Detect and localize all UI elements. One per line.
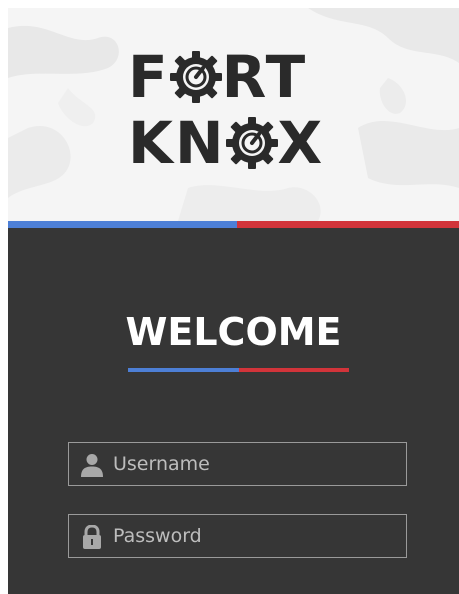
- password-field[interactable]: [68, 514, 407, 558]
- accent-stripe: [8, 221, 459, 228]
- accent-stripe-blue: [8, 221, 237, 228]
- logo-text-kn: KN: [128, 109, 226, 177]
- logo-text-f: F: [128, 43, 170, 111]
- username-input[interactable]: [113, 443, 398, 485]
- logo-line-fort: F RT: [128, 48, 307, 106]
- hero-banner: F RT KN X: [8, 8, 459, 221]
- heading-underline: [128, 368, 349, 372]
- logo-line-knox: KN X: [128, 114, 324, 172]
- logo-text-rt: RT: [221, 43, 308, 111]
- login-panel: WELCOME: [8, 228, 459, 594]
- password-input[interactable]: [113, 515, 398, 557]
- welcome-heading: WELCOME: [125, 310, 342, 354]
- logo-text-x: X: [277, 109, 325, 177]
- dial-icon: [169, 51, 222, 103]
- accent-stripe-red: [237, 221, 459, 228]
- heading-underline-blue: [128, 368, 239, 372]
- dial-icon: [225, 117, 278, 169]
- fort-knox-logo: F RT KN X: [126, 42, 351, 172]
- username-field[interactable]: [68, 442, 407, 486]
- login-screen: F RT KN X WELCOME Username: [8, 8, 459, 594]
- user-icon: [81, 454, 103, 477]
- lock-icon: [83, 525, 101, 549]
- heading-underline-red: [239, 368, 349, 372]
